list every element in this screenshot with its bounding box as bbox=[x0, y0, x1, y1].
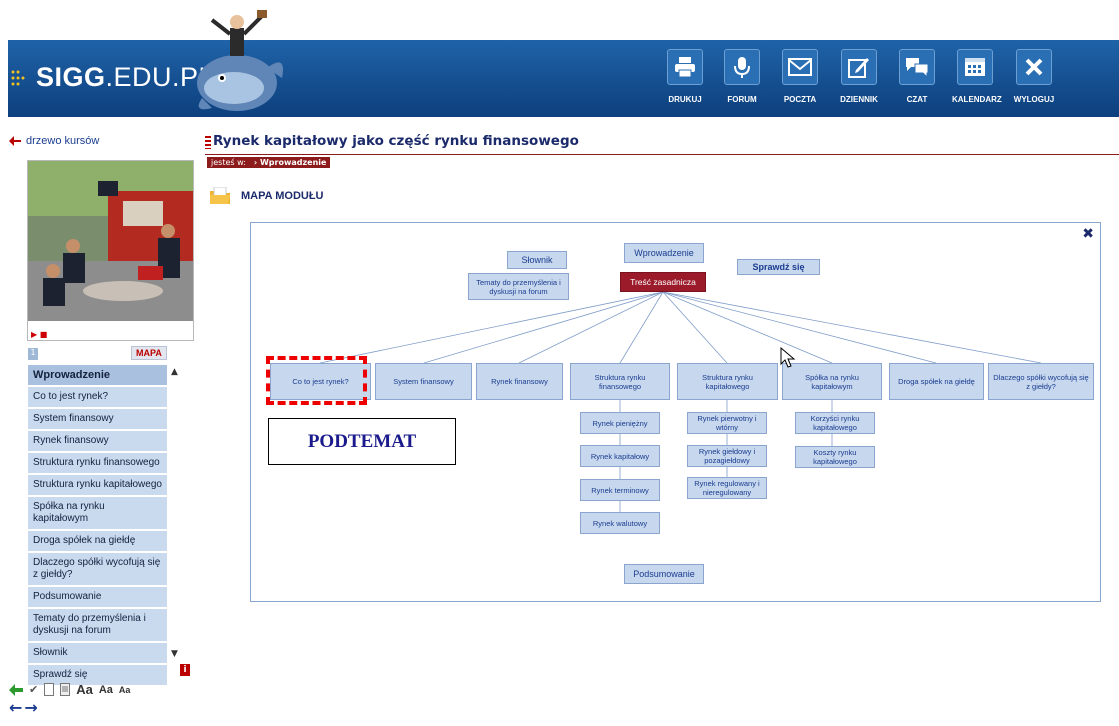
map-sub-rynek-pierwotny[interactable]: Rynek pierwotny i wtórny bbox=[687, 412, 767, 434]
calendar-icon bbox=[965, 58, 985, 76]
map-node-tematy[interactable]: Tematy do przemyślenia i dyskusji na for… bbox=[468, 273, 569, 300]
map-sub-rynek-terminowy[interactable]: Rynek terminowy bbox=[580, 479, 660, 501]
map-sub-rynek-regulowany[interactable]: Rynek regulowany i nieregulowany bbox=[687, 477, 767, 499]
nav-item-co-to-jest-rynek[interactable]: Co to jest rynek? bbox=[28, 387, 167, 409]
module-map-panel: ✖ Słownik Tematy do przemyślenia i dysku… bbox=[250, 222, 1101, 602]
arrow-left-green-icon[interactable] bbox=[9, 683, 23, 696]
course-tree-link[interactable]: drzewo kursów bbox=[9, 135, 99, 147]
photo-controls[interactable]: ▶ ■ bbox=[31, 330, 47, 339]
font-size-medium-button[interactable]: Aa bbox=[99, 684, 113, 696]
scroll-up-icon[interactable]: ▲ bbox=[171, 367, 178, 377]
calendar-button[interactable]: KALENDARZ bbox=[952, 49, 1002, 104]
forum-button[interactable]: FORUM bbox=[719, 49, 765, 104]
map-topic-spolka-na-rynku[interactable]: Spółka na rynku kapitałowym bbox=[782, 363, 882, 400]
module-map-heading: MAPA MODUŁU bbox=[209, 187, 324, 205]
microphone-icon bbox=[734, 57, 750, 78]
map-sub-rynek-walutowy[interactable]: Rynek walutowy bbox=[580, 512, 660, 534]
nav-item-wprowadzenie[interactable]: Wprowadzenie bbox=[28, 365, 167, 387]
nav-item-dlaczego-spolki[interactable]: Dlaczego spółki wycofują się z giełdy? bbox=[28, 553, 167, 587]
next-page-icon[interactable]: → bbox=[24, 698, 37, 717]
nav-item-tematy[interactable]: Tematy do przemyślenia i dyskusji na for… bbox=[28, 609, 167, 643]
map-topic-struktura-finansowego[interactable]: Struktura rynku finansowego bbox=[570, 363, 670, 400]
nav-item-podsumowanie[interactable]: Podsumowanie bbox=[28, 587, 167, 609]
title-divider bbox=[205, 154, 1119, 155]
paramedics-photo bbox=[28, 161, 193, 321]
map-node-wprowadzenie[interactable]: Wprowadzenie bbox=[624, 243, 704, 263]
close-icon bbox=[1025, 58, 1043, 76]
logout-button[interactable]: WYLOGUJ bbox=[1011, 49, 1057, 104]
map-node-podsumowanie[interactable]: Podsumowanie bbox=[624, 564, 704, 584]
module-map-title: MAPA MODUŁU bbox=[241, 190, 324, 202]
map-sub-rynek-gieldowy[interactable]: Rynek giełdowy i pozagiełdowy bbox=[687, 445, 767, 467]
nav-item-struktura-rynku-kapitalowego[interactable]: Struktura rynku kapitałowego bbox=[28, 475, 167, 497]
nav-item-rynek-finansowy[interactable]: Rynek finansowy bbox=[28, 431, 167, 453]
print-button[interactable]: DRUKUJ bbox=[662, 49, 708, 104]
map-topic-droga-spolek[interactable]: Droga spółek na giełdę bbox=[889, 363, 984, 400]
dolphin-mascot-image bbox=[197, 10, 283, 111]
map-sub-korzysci[interactable]: Korzyści rynku kapitałowego bbox=[795, 412, 875, 434]
prev-page-icon[interactable]: ← bbox=[9, 698, 22, 717]
font-size-small-button[interactable]: Aa bbox=[119, 685, 131, 695]
title-marker bbox=[205, 136, 211, 149]
map-topic-dlaczego-spolki[interactable]: Dlaczego spółki wycofują się z giełdy? bbox=[988, 363, 1094, 400]
page-number[interactable]: 1 bbox=[28, 348, 38, 360]
note-icon[interactable] bbox=[44, 683, 55, 696]
map-topic-rynek-finansowy[interactable]: Rynek finansowy bbox=[476, 363, 563, 400]
nav-item-spolka-na-rynku[interactable]: Spółka na rynku kapitałowym bbox=[28, 497, 167, 531]
font-size-large-button[interactable]: Aa bbox=[76, 682, 93, 697]
course-tree-label: drzewo kursów bbox=[26, 135, 100, 147]
folder-icon bbox=[210, 187, 230, 204]
check-icon[interactable]: ✔ bbox=[29, 683, 38, 696]
nav-item-system-finansowy[interactable]: System finansowy bbox=[28, 409, 167, 431]
map-node-sprawdz-sie[interactable]: Sprawdź się bbox=[737, 259, 820, 275]
map-node-slownik[interactable]: Słownik bbox=[507, 251, 567, 269]
nav-item-slownik[interactable]: Słownik bbox=[28, 643, 167, 665]
sidebar-tools: ✔ Aa Aa Aa bbox=[9, 682, 130, 697]
module-nav-list: Wprowadzenie Co to jest rynek? System fi… bbox=[28, 365, 167, 687]
map-topic-system-finansowy[interactable]: System finansowy bbox=[375, 363, 472, 400]
nav-item-droga-spolek[interactable]: Droga spółek na giełdę bbox=[28, 531, 167, 553]
chat-button[interactable]: CZAT bbox=[894, 49, 940, 104]
breadcrumb: jesteś w: › Wprowadzenie bbox=[207, 157, 331, 168]
map-sub-koszty[interactable]: Koszty rynku kapitałowego bbox=[795, 446, 875, 468]
printer-icon bbox=[675, 57, 695, 78]
map-close-icon[interactable]: ✖ bbox=[1082, 226, 1094, 242]
map-button[interactable]: MAPA bbox=[131, 346, 167, 360]
map-sub-rynek-kapitalowy[interactable]: Rynek kapitałowy bbox=[580, 445, 660, 467]
map-topic-struktura-kapitalowego[interactable]: Struktura rynku kapitałowego bbox=[677, 363, 778, 400]
breadcrumb-label: jesteś w: bbox=[211, 158, 246, 167]
mail-button[interactable]: POCZTA bbox=[777, 49, 823, 104]
mouse-cursor-icon bbox=[780, 347, 796, 368]
logo-dots-icon bbox=[11, 70, 25, 86]
info-icon[interactable]: i bbox=[180, 664, 190, 676]
page-nav-arrows: ← → bbox=[9, 698, 38, 717]
highlight-dashed-frame bbox=[266, 356, 367, 405]
podtemat-annotation: PODTEMAT bbox=[268, 418, 456, 465]
arrow-left-icon bbox=[9, 136, 21, 146]
page-title: Rynek kapitałowy jako część rynku finans… bbox=[213, 133, 579, 149]
journal-button[interactable]: DZIENNIK bbox=[836, 49, 882, 104]
breadcrumb-current[interactable]: › Wprowadzenie bbox=[254, 158, 327, 167]
envelope-icon bbox=[788, 58, 812, 76]
document-icon[interactable] bbox=[60, 683, 71, 696]
map-sub-rynek-pieniezny[interactable]: Rynek pieniężny bbox=[580, 412, 660, 434]
edit-icon bbox=[848, 58, 869, 78]
nav-item-struktura-rynku-finansowego[interactable]: Struktura rynku finansowego bbox=[28, 453, 167, 475]
chat-icon bbox=[906, 58, 929, 78]
scroll-down-icon[interactable]: ▼ bbox=[171, 649, 178, 659]
map-node-tresc-zasadnicza[interactable]: Treść zasadnicza bbox=[620, 272, 706, 292]
